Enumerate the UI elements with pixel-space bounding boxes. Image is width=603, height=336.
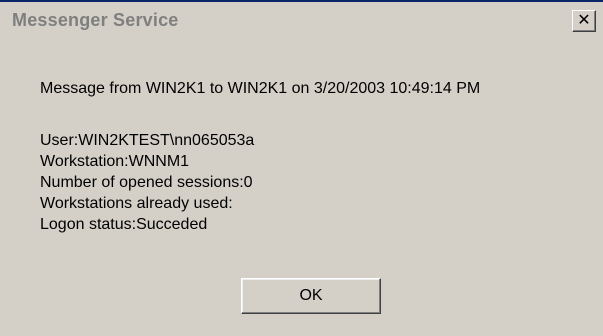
message-line-workstations-used: Workstations already used: <box>40 195 233 212</box>
close-icon: ✕ <box>577 12 591 29</box>
message-header: Message from WIN2K1 to WIN2K1 on 3/20/20… <box>40 80 481 97</box>
message-line-sessions: Number of opened sessions:0 <box>40 174 253 191</box>
message-line-logon-status: Logon status:Succeded <box>40 216 208 233</box>
ok-button-label: OK <box>299 287 323 304</box>
title-bar: Messenger Service ✕ <box>0 4 603 36</box>
messenger-service-dialog: Messenger Service ✕ Message from WIN2K1 … <box>0 0 603 336</box>
message-line-workstation: Workstation:WNNM1 <box>40 153 190 170</box>
ok-button[interactable]: OK <box>241 278 381 314</box>
message-line-user: User:WIN2KTEST\nn065053a <box>40 132 255 149</box>
message-body: User:WIN2KTEST\nn065053a Workstation:WNN… <box>40 130 254 235</box>
dialog-title: Messenger Service <box>12 10 179 30</box>
close-button[interactable]: ✕ <box>572 10 596 32</box>
